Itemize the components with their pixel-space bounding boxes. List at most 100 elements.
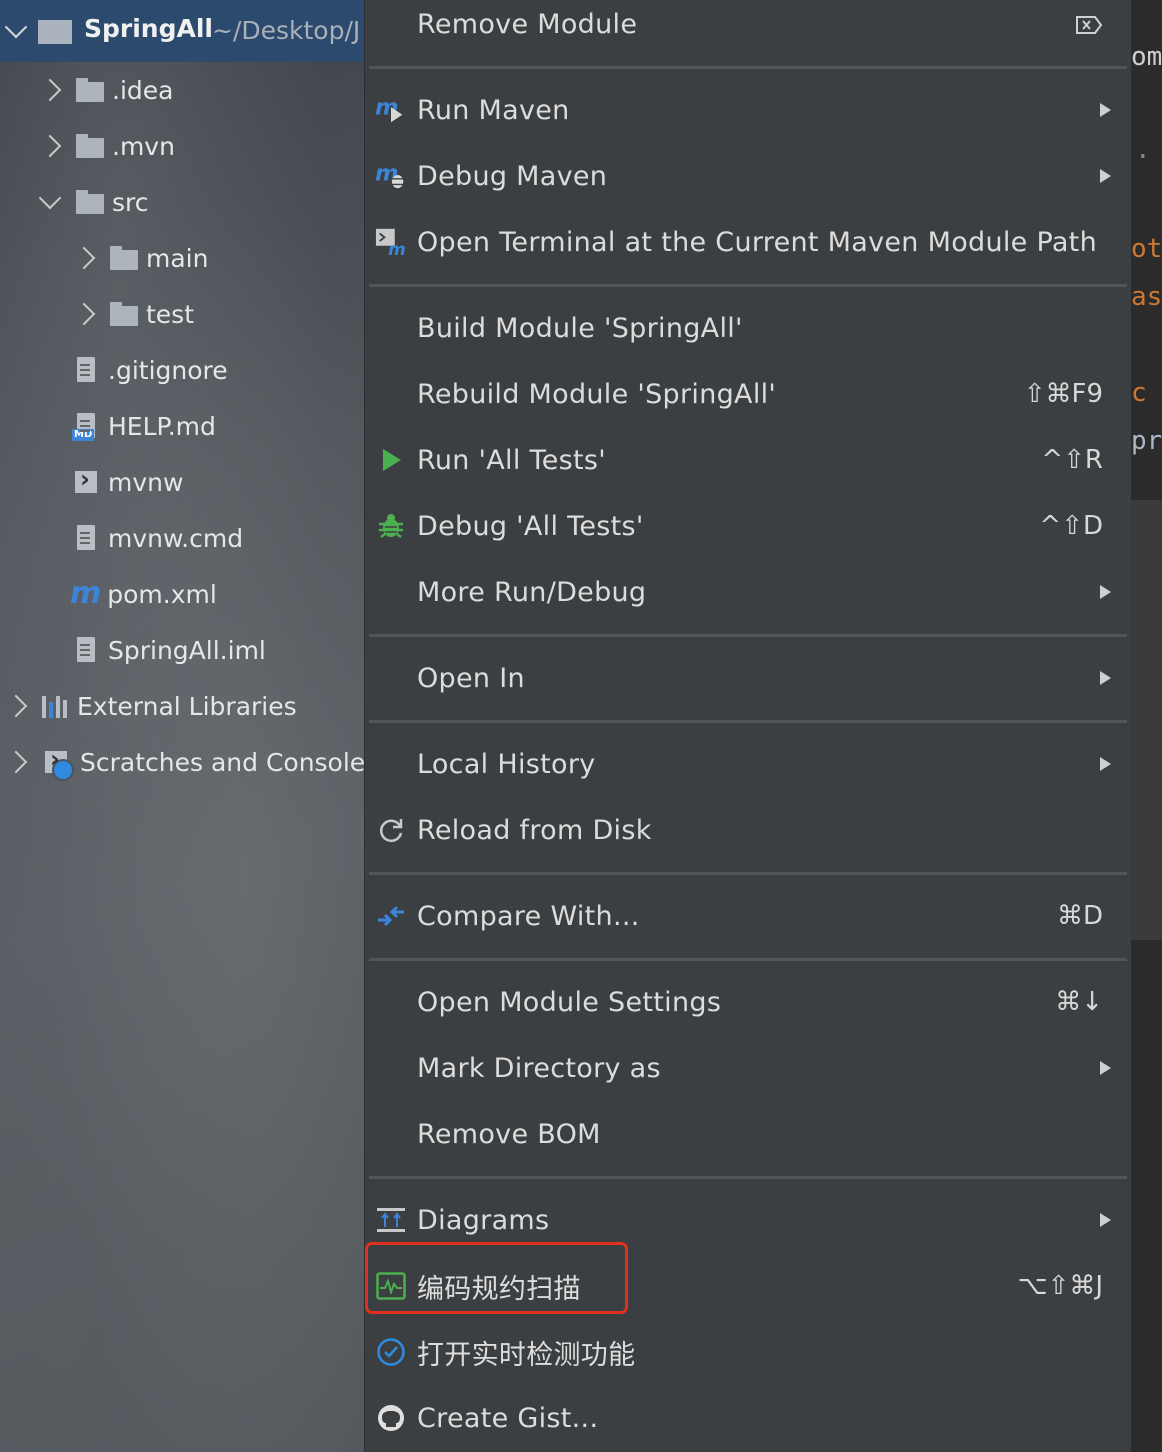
chevron-right-icon[interactable] [38,78,62,102]
menu-item-label: Run Maven [417,94,570,126]
tree-item-mvnw-cmd[interactable]: mvnw.cmd [72,510,243,566]
tree-item-scratches[interactable]: Scratches and Console [4,734,364,790]
shell-script-icon [72,465,100,495]
editor-background-image [1131,500,1162,940]
maven-run-icon: m [375,94,407,126]
menu-item-build-module[interactable]: Build Module 'SpringAll' [365,297,1131,359]
menu-item-label: Debug 'All Tests' [417,510,644,542]
menu-item-label: Open In [417,662,525,694]
module-folder-icon [38,20,72,44]
tree-item-label: Scratches and Console [80,747,364,777]
menu-item-rebuild-module[interactable]: Rebuild Module 'SpringAll' ⇧⌘F9 [365,363,1131,425]
menu-item-label: Remove Module [417,8,638,40]
editor-panel-edge: om · ot as c pr [1131,0,1162,1452]
tree-item-src[interactable]: src [38,174,149,230]
menu-item-label: Mark Directory as [417,1052,661,1084]
menu-item-label: Rebuild Module 'SpringAll' [417,378,777,410]
chevron-right-icon[interactable] [38,134,62,158]
tree-item-label: pom.xml [107,579,217,609]
tree-item-label: main [146,243,209,273]
chevron-right-icon[interactable] [4,750,28,774]
menu-separator [369,1176,1127,1179]
tree-item-iml[interactable]: SpringAll.iml [72,622,266,678]
menu-separator [369,720,1127,723]
module-file-icon [72,637,100,663]
tree-item-test[interactable]: test [72,286,194,342]
tree-item-gitignore[interactable]: .gitignore [72,342,228,398]
project-tree-panel: SpringAll ~/Desktop/J .idea .mvn src mai… [0,0,364,1452]
github-icon [375,1402,407,1434]
folder-icon [76,77,104,103]
menu-item-label: Reload from Disk [417,814,652,846]
code-fragment: pr [1131,426,1162,456]
chevron-down-icon[interactable] [4,15,42,39]
chevron-right-icon[interactable] [4,694,28,718]
menu-item-local-history[interactable]: Local History [365,733,1131,795]
folder-icon [76,133,104,159]
project-root-name: SpringAll [84,14,213,43]
context-menu: Remove Module m Run Maven m Debug Maven … [364,0,1132,1452]
menu-item-label: Debug Maven [417,160,608,192]
menu-item-open-terminal[interactable]: m Open Terminal at the Current Maven Mod… [365,211,1131,273]
maven-icon: m [70,576,102,611]
submenu-arrow-icon [1100,585,1111,599]
menu-item-label: Build Module 'SpringAll' [417,312,743,344]
diagram-icon [375,1204,407,1236]
shortcut-label: ⌘↓ [1055,987,1103,1017]
menu-item-compare-with[interactable]: Compare With... ⌘D [365,885,1131,947]
tree-item-label: .mvn [112,131,175,161]
menu-item-label: Run 'All Tests' [417,444,606,476]
maven-debug-icon: m [375,160,407,192]
menu-item-open-in[interactable]: Open In [365,647,1131,709]
shortcut-label: ⌥⇧⌘J [1017,1271,1103,1301]
menu-separator [369,634,1127,637]
tree-item-main[interactable]: main [72,230,209,286]
tree-item-label: mvnw [108,467,184,497]
menu-item-mark-directory-as[interactable]: Mark Directory as [365,1037,1131,1099]
tree-item-label: HELP.md [108,411,216,441]
tree-item-idea[interactable]: .idea [38,62,173,118]
menu-item-create-gist[interactable]: Create Gist... [365,1387,1131,1449]
submenu-arrow-icon [1100,1061,1111,1075]
tree-item-mvn[interactable]: .mvn [38,118,175,174]
menu-item-debug-all-tests[interactable]: Debug 'All Tests' ^⇧D [365,495,1131,557]
submenu-arrow-icon [1100,757,1111,771]
tree-item-label: .gitignore [108,355,228,385]
project-root-row[interactable]: SpringAll ~/Desktop/J [0,0,364,62]
shortcut-label: ⇧⌘F9 [1023,379,1103,409]
menu-item-remove-module[interactable]: Remove Module [365,0,1131,55]
remove-module-icon [1075,13,1103,41]
menu-item-open-module-settings[interactable]: Open Module Settings ⌘↓ [365,971,1131,1033]
terminal-maven-icon: m [375,226,407,258]
chevron-right-icon[interactable] [72,302,96,326]
menu-item-reload-from-disk[interactable]: Reload from Disk [365,799,1131,861]
menu-separator [369,958,1127,961]
chevron-down-icon[interactable] [38,186,62,210]
submenu-arrow-icon [1100,671,1111,685]
tree-item-help-md[interactable]: MD HELP.md [72,398,216,454]
tree-item-label: src [112,187,149,217]
menu-separator [369,872,1127,875]
tree-item-mvnw[interactable]: mvnw [72,454,183,510]
menu-item-realtime-check[interactable]: 打开实时检测功能 [365,1321,1131,1383]
scratches-icon [42,745,74,781]
reload-icon [375,814,407,846]
menu-item-label: Open Terminal at the Current Maven Modul… [417,226,1097,258]
menu-item-remove-bom[interactable]: Remove BOM [365,1103,1131,1165]
menu-item-run-all-tests[interactable]: Run 'All Tests' ^⇧R [365,429,1131,491]
menu-item-run-maven[interactable]: m Run Maven [365,79,1131,141]
folder-icon [76,189,104,215]
debug-bug-icon [375,510,407,542]
ignore-file-icon [72,357,100,383]
menu-item-label: More Run/Debug [417,576,647,608]
chevron-right-icon[interactable] [72,246,96,270]
menu-item-more-run-debug[interactable]: More Run/Debug [365,561,1131,623]
tree-item-pom-xml[interactable]: m pom.xml [70,566,217,622]
menu-item-label: Open Module Settings [417,986,722,1018]
menu-item-debug-maven[interactable]: m Debug Maven [365,145,1131,207]
tree-item-label: SpringAll.iml [108,635,266,665]
compare-icon [375,900,407,932]
tree-item-external-libraries[interactable]: External Libraries [4,678,297,734]
menu-item-label: Create Gist... [417,1402,599,1434]
tree-item-label: External Libraries [77,691,297,721]
